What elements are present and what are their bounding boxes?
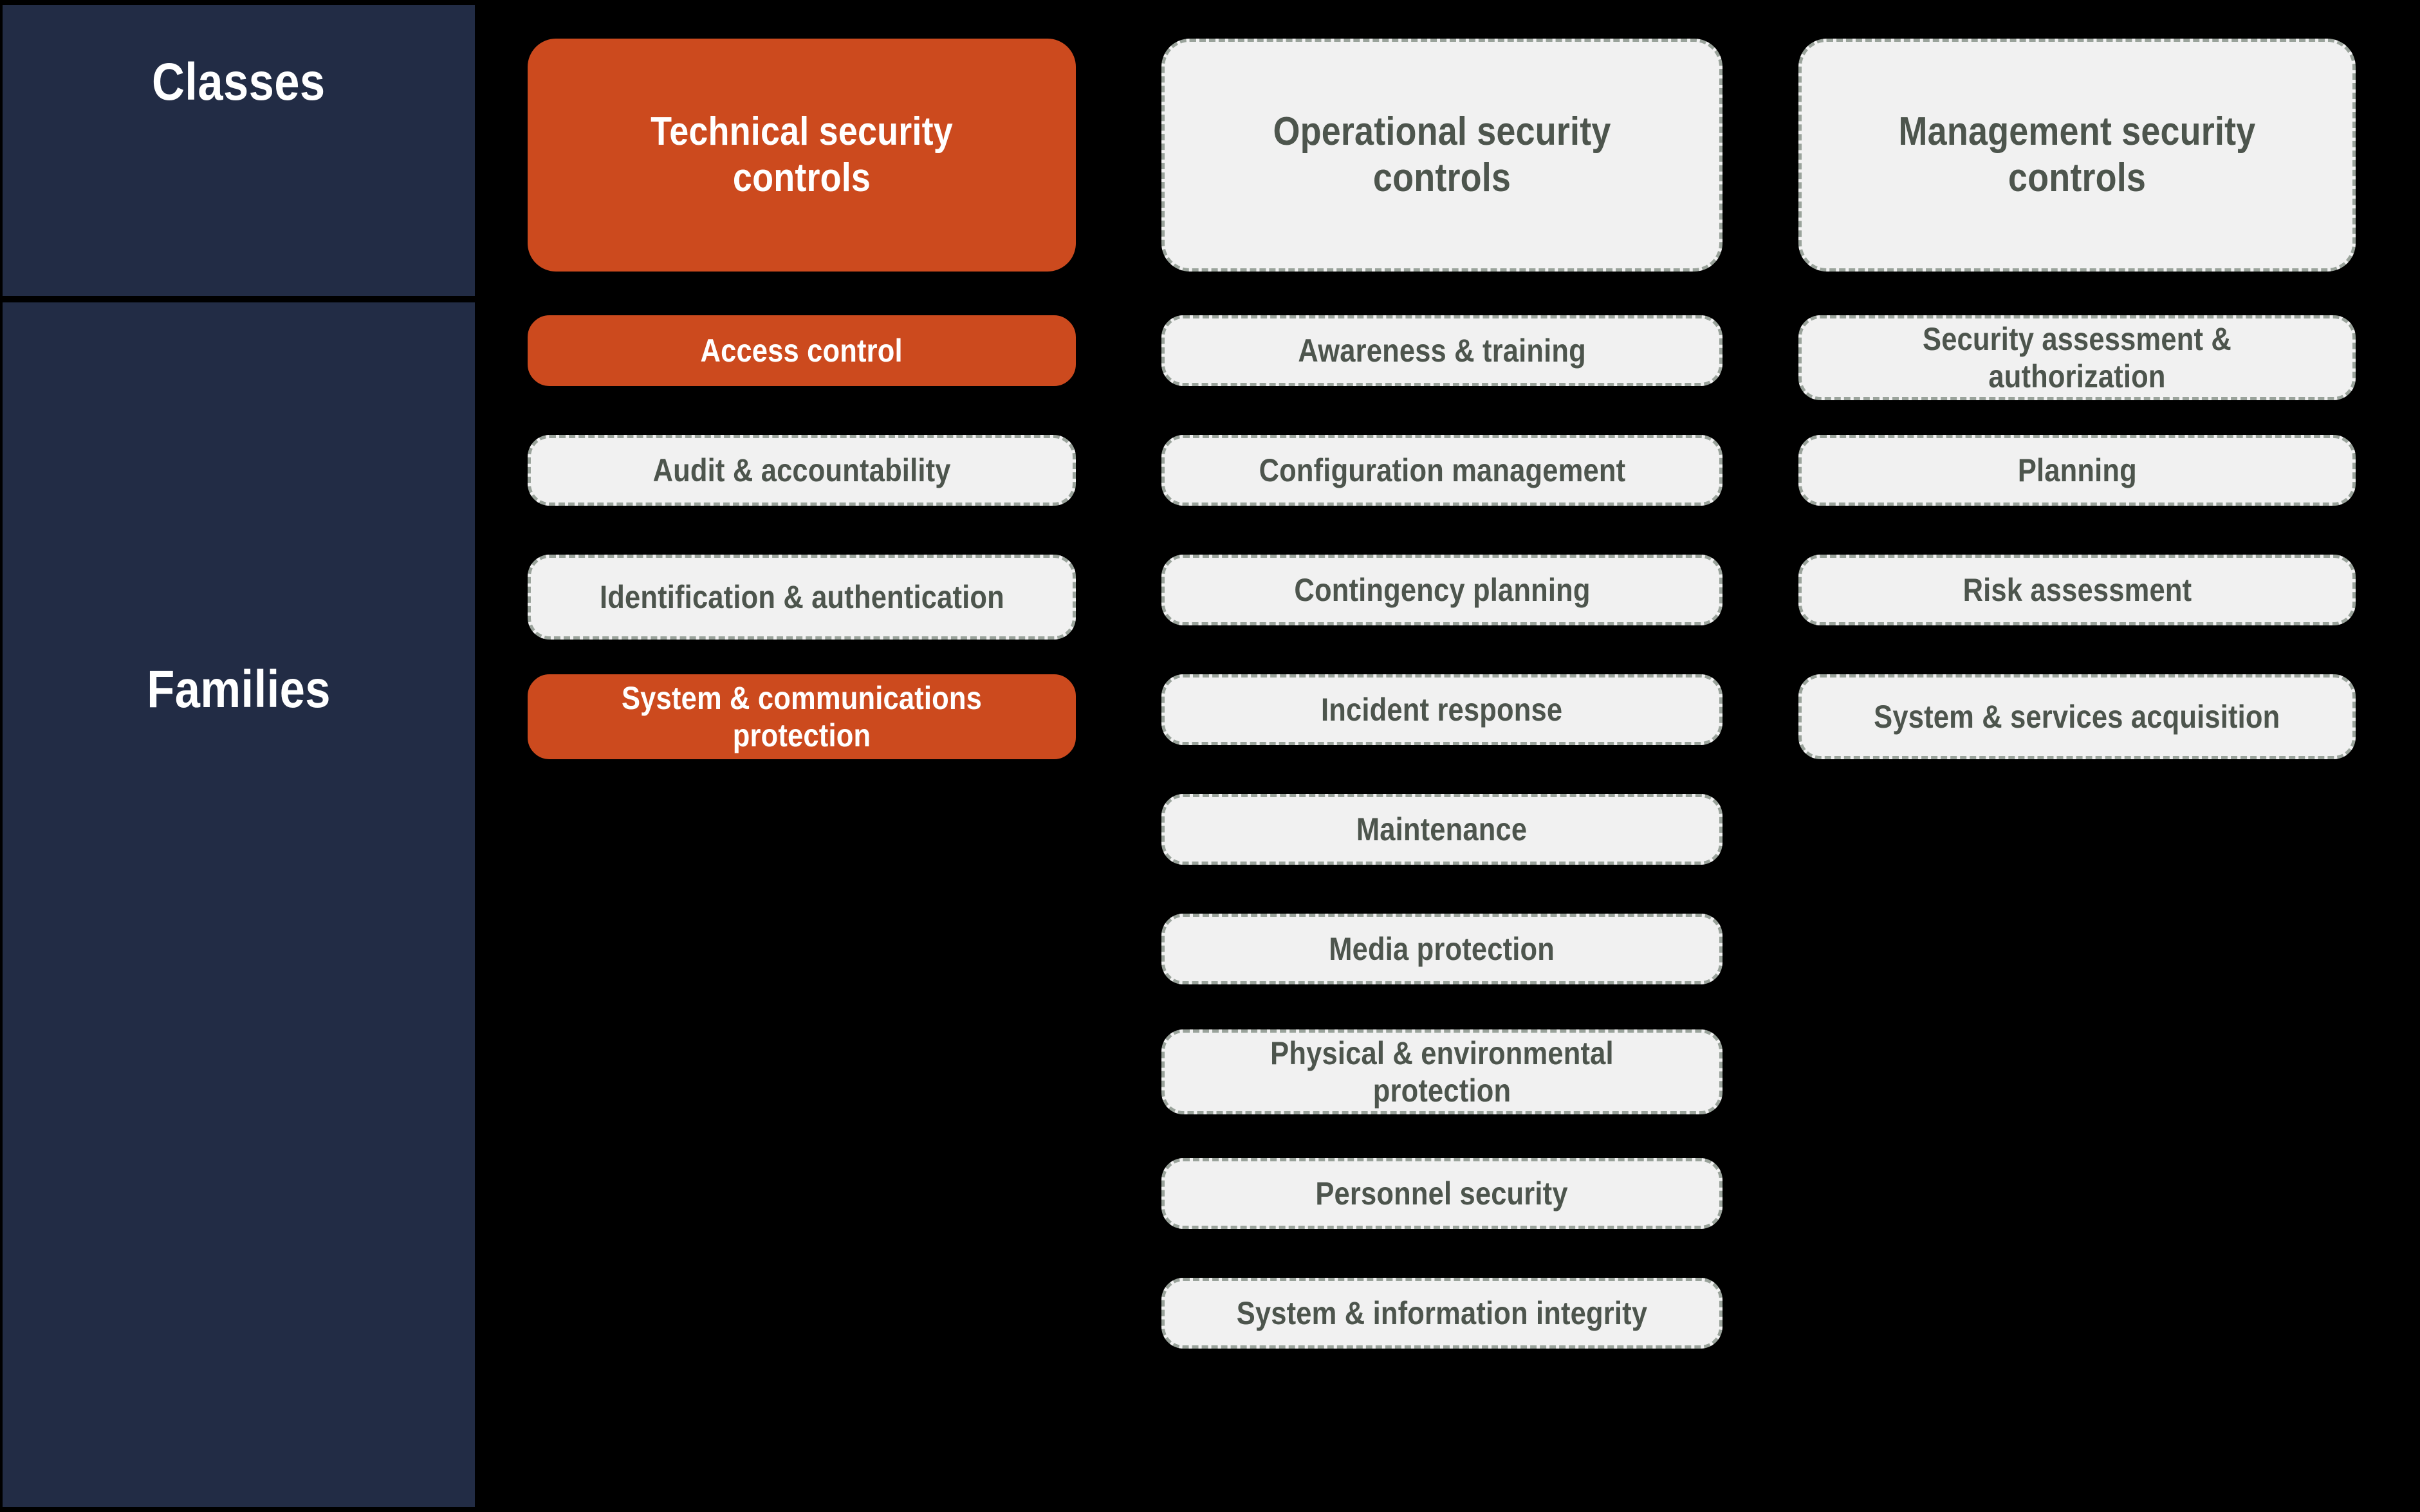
family-card-label: System & communications protection: [621, 680, 982, 753]
family-card-awareness-training[interactable]: Awareness & training: [1161, 315, 1723, 386]
family-card-label: Awareness & training: [1298, 333, 1586, 369]
family-card-label: Contingency planning: [1293, 572, 1591, 608]
family-card-label: Risk assessment: [1963, 572, 2192, 608]
sidebar: Classes Families: [0, 0, 476, 1512]
family-card-label: Physical & environmental protection: [1270, 1035, 1614, 1109]
column-operational-security-controls: Operational security controls Awareness …: [1161, 0, 1723, 1512]
sidebar-row-classes: Classes: [3, 5, 475, 296]
class-card-label: Management security controls: [1898, 109, 2256, 200]
sidebar-row-families: Families: [3, 302, 475, 1507]
family-card-maintenance[interactable]: Maintenance: [1161, 794, 1723, 865]
family-card-label: System & services acquisition: [1874, 699, 2280, 735]
class-card-label: Technical security controls: [651, 109, 953, 200]
family-card-system-information-integrity[interactable]: System & information integrity: [1161, 1278, 1723, 1349]
family-card-system-communications-protection[interactable]: System & communications protection: [528, 674, 1076, 759]
family-card-audit-accountability[interactable]: Audit & accountability: [528, 435, 1076, 506]
family-card-access-control[interactable]: Access control: [528, 315, 1076, 386]
family-card-contingency-planning[interactable]: Contingency planning: [1161, 555, 1723, 625]
class-card-label: Operational security controls: [1273, 109, 1611, 200]
family-card-label: Planning: [2017, 452, 2137, 488]
family-card-risk-assessment[interactable]: Risk assessment: [1798, 555, 2356, 625]
family-card-configuration-management[interactable]: Configuration management: [1161, 435, 1723, 506]
family-card-system-services-acquisition[interactable]: System & services acquisition: [1798, 674, 2356, 759]
family-card-personnel-security[interactable]: Personnel security: [1161, 1158, 1723, 1229]
sidebar-label-families: Families: [147, 659, 331, 719]
family-card-label: Security assessment & authorization: [1923, 321, 2231, 394]
family-card-label: Maintenance: [1356, 811, 1528, 847]
family-card-label: Audit & accountability: [652, 452, 951, 488]
family-card-media-protection[interactable]: Media protection: [1161, 914, 1723, 984]
family-card-label: Configuration management: [1259, 452, 1625, 488]
class-card-technical-security-controls[interactable]: Technical security controls: [528, 39, 1076, 272]
column-technical-security-controls: Technical security controls Access contr…: [528, 0, 1076, 1512]
family-card-label: Identification & authentication: [599, 579, 1004, 615]
class-card-management-security-controls[interactable]: Management security controls: [1798, 39, 2356, 272]
class-card-operational-security-controls[interactable]: Operational security controls: [1161, 39, 1723, 272]
family-card-physical-environmental-protection[interactable]: Physical & environmental protection: [1161, 1029, 1723, 1114]
family-card-planning[interactable]: Planning: [1798, 435, 2356, 506]
family-card-security-assessment-authorization[interactable]: Security assessment & authorization: [1798, 315, 2356, 400]
family-card-identification-authentication[interactable]: Identification & authentication: [528, 555, 1076, 640]
family-card-label: Incident response: [1321, 692, 1563, 728]
family-card-incident-response[interactable]: Incident response: [1161, 674, 1723, 745]
sidebar-label-classes: Classes: [152, 52, 326, 111]
family-card-label: Personnel security: [1315, 1175, 1569, 1212]
family-card-label: System & information integrity: [1236, 1295, 1648, 1331]
column-management-security-controls: Management security controls Security as…: [1798, 0, 2356, 1512]
family-card-label: Access control: [700, 333, 903, 369]
family-card-label: Media protection: [1329, 931, 1555, 967]
